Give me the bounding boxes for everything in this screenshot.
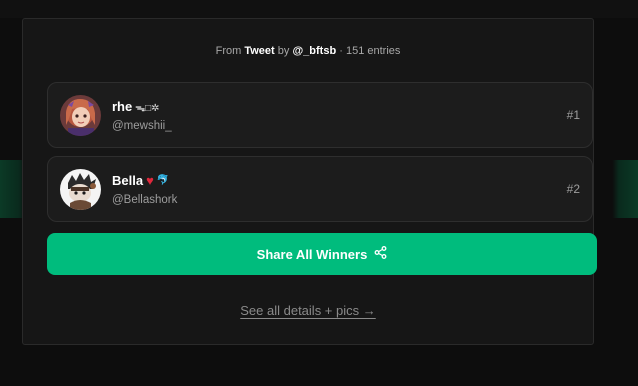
anime-girl-avatar (60, 95, 101, 136)
name-decoration: ᯓ□✲ (135, 102, 160, 114)
winner-rank: #1 (566, 108, 580, 122)
winner-rank: #2 (566, 182, 580, 196)
share-icon (374, 246, 387, 262)
winner-name: Bella ♥ 🐬 (112, 173, 169, 188)
winner-handle: @Bellashork (112, 194, 178, 206)
source-line: From Tweet by @_bftsb · 151 entries (23, 45, 593, 57)
share-button-label: Share All Winners (256, 246, 368, 262)
source-author: @_bftsb (292, 45, 337, 57)
winners-card: From Tweet by @_bftsb · 151 entries rhe … (22, 18, 597, 345)
background-strip-top (0, 0, 638, 18)
source-prefix: From (215, 45, 242, 57)
heart-icon: ♥ (146, 173, 154, 188)
winner-name-text: rhe (112, 99, 133, 114)
winner-row-2[interactable]: Bella ♥ 🐬 @Bellashork #2 (47, 156, 593, 222)
see-all-details-link[interactable]: See all details + pics → (23, 303, 593, 318)
entries-count: · 151 entries (339, 45, 401, 57)
share-all-winners-button[interactable]: Share All Winners (47, 233, 597, 275)
winner-row-1[interactable]: rhe ᯓ□✲ @mewshii_ #1 (47, 82, 593, 148)
cartoon-character-avatar (60, 169, 101, 210)
winner-name-text: Bella (112, 173, 144, 188)
winner-handle: @mewshii_ (112, 120, 172, 132)
winner-name: rhe ᯓ□✲ (112, 99, 160, 114)
source-type: Tweet (244, 45, 275, 57)
dolphin-icon: 🐬 (156, 175, 170, 186)
source-by: by (277, 45, 290, 57)
